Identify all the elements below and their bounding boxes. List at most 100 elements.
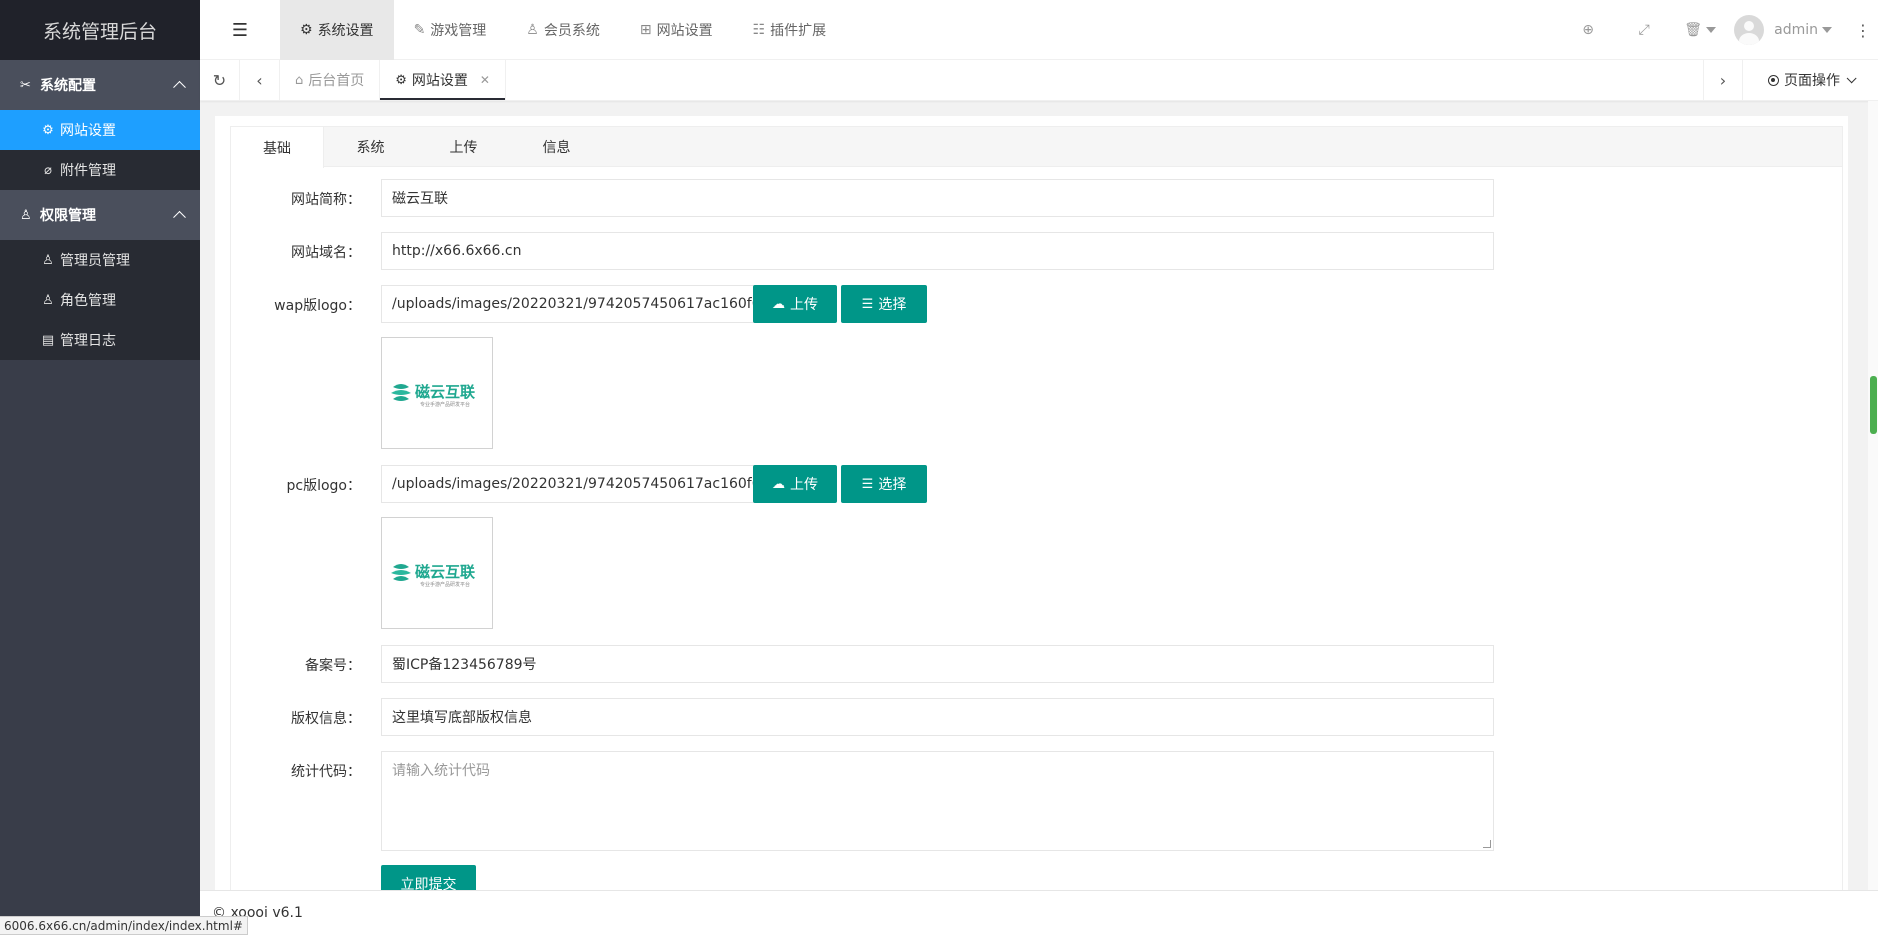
site-name-input[interactable]: 磁云互联 [381, 179, 1494, 217]
chevron-up-icon [173, 80, 186, 94]
nav-group-permissions[interactable]: ♙ 权限管理 [0, 190, 200, 240]
wap-logo-preview: 磁云互联 专业手游产品研发平台 [381, 337, 493, 449]
logo-brand-text: 磁云互联 [415, 383, 476, 401]
user-menu[interactable]: admin [1728, 0, 1848, 60]
log-icon: ▤ [41, 332, 55, 348]
logo-brand-text: 磁云互联 [415, 563, 476, 581]
tabs-scroll-right-button[interactable]: › [1703, 60, 1743, 100]
top-tab-label: 插件扩展 [770, 23, 827, 39]
gear-icon: ⚙ [395, 72, 407, 88]
gear-icon: ⚙ [300, 22, 313, 38]
sidebar-item-logs[interactable]: ▤ 管理日志 [0, 320, 200, 360]
sidebar-item-label: 网站设置 [60, 123, 116, 139]
browser-status-url: 6006.6x66.cn/admin/index/index.html# [0, 916, 248, 935]
page-tab-site-settings[interactable]: ⚙ 网站设置 ✕ [380, 60, 506, 100]
target-icon [1768, 74, 1779, 86]
user-icon: ♙ [42, 292, 54, 308]
tab-basic[interactable]: 基础 [231, 127, 324, 168]
select-label: 选择 [878, 477, 907, 493]
brand-logo-image: 磁云互联 专业手游产品研发平台 [391, 563, 476, 588]
nav-group-system-config[interactable]: ✂ 系统配置 [0, 60, 200, 110]
app-logo[interactable]: 系统管理后台 [0, 0, 200, 60]
resize-handle[interactable] [1483, 840, 1491, 848]
nav-group-label: 权限管理 [40, 208, 96, 224]
clear-cache-button[interactable]: 🗑 [1672, 0, 1728, 60]
chevron-right-icon: › [1719, 70, 1727, 90]
top-tab-system-settings[interactable]: ⚙ 系统设置 [280, 0, 394, 60]
tab-system[interactable]: 系统 [324, 127, 417, 167]
site-domain-label: 网站域名： [291, 245, 361, 261]
tools-icon: ✂ [20, 77, 31, 93]
sidebar-item-label: 管理日志 [60, 333, 116, 349]
sidebar: 系统管理后台 ✂ 系统配置 ⚙ 网站设置 ⌀ 附件管理 ♙ 权限管理 ♙ 管理员… [0, 0, 200, 935]
refresh-icon: ↻ [212, 70, 227, 90]
sliders-icon: ☷ [752, 22, 766, 38]
language-button[interactable]: ⊕ [1560, 0, 1616, 60]
wap-logo-label: wap版logo： [274, 298, 361, 314]
brand-logo-image: 磁云互联 专业手游产品研发平台 [391, 383, 476, 408]
pc-logo-select-button[interactable]: ☰ 选择 [841, 465, 927, 503]
list-icon: ☰ [861, 296, 874, 312]
sidebar-item-label: 角色管理 [60, 293, 116, 309]
menu-fold-icon: ☰ [231, 19, 249, 41]
user-icon: ♙ [42, 252, 54, 268]
main-content: 基础 系统 上传 信息 网站简称： 磁云互联 网站域名： http://x66.… [215, 116, 1848, 903]
sidebar-item-site-settings[interactable]: ⚙ 网站设置 [0, 110, 200, 150]
top-tab-label: 系统设置 [317, 23, 374, 39]
scrollbar-thumb[interactable] [1870, 376, 1877, 434]
icp-input[interactable]: 蜀ICP备123456789号 [381, 645, 1494, 683]
pc-logo-upload-button[interactable]: ☁ 上传 [753, 465, 837, 503]
grid-icon: ⊞ [639, 22, 652, 38]
sidebar-item-label: 附件管理 [60, 163, 116, 179]
vertical-scrollbar[interactable] [1868, 101, 1878, 935]
pc-logo-input[interactable]: /uploads/images/20220321/9742057450617ac… [381, 465, 756, 503]
page-tab-home[interactable]: ⌂ 后台首页 [280, 60, 381, 100]
cloud-upload-icon: ☁ [772, 296, 785, 312]
stats-code-placeholder: 请输入统计代码 [392, 763, 490, 779]
nav-sub-system-config: ⚙ 网站设置 ⌀ 附件管理 [0, 110, 200, 190]
user-icon: ♙ [526, 22, 539, 38]
list-icon: ☰ [861, 476, 874, 492]
paperclip-icon: ⌀ [44, 162, 52, 178]
top-nav: ⚙ 系统设置 ✎ 游戏管理 ♙ 会员系统 ⊞ 网站设置 ☷ 插件扩展 [280, 0, 846, 60]
more-vertical-icon: ⋮ [1855, 20, 1871, 40]
nav-sub-permissions: ♙ 管理员管理 ♙ 角色管理 ▤ 管理日志 [0, 240, 200, 360]
chevron-down-icon [1846, 72, 1857, 83]
tab-upload[interactable]: 上传 [417, 127, 510, 167]
avatar [1734, 15, 1765, 45]
stats-code-textarea[interactable]: 请输入统计代码 [381, 751, 1494, 851]
site-domain-input[interactable]: http://x66.6x66.cn [381, 232, 1494, 270]
icp-label: 备案号： [305, 658, 361, 674]
refresh-button[interactable]: ↻ [200, 60, 240, 100]
top-tab-site-settings[interactable]: ⊞ 网站设置 [620, 0, 733, 60]
globe-icon: ⊕ [1582, 22, 1594, 38]
settings-tabs: 基础 系统 上传 信息 [231, 127, 1842, 168]
page-tab-label: 后台首页 [308, 73, 365, 89]
wap-logo-upload-button[interactable]: ☁ 上传 [753, 285, 837, 323]
logo-slogan-text: 专业手游产品研发平台 [420, 401, 470, 408]
fullscreen-icon: ⤢ [1638, 22, 1650, 38]
wap-logo-input[interactable]: /uploads/images/20220321/9742057450617ac… [381, 285, 756, 323]
settings-tab-box: 基础 系统 上传 信息 网站简称： 磁云互联 网站域名： http://x66.… [230, 126, 1843, 903]
edit-icon: ✎ [413, 22, 426, 38]
top-tab-plugins[interactable]: ☷ 插件扩展 [733, 0, 847, 60]
page-operations-dropdown[interactable]: 页面操作 [1743, 60, 1878, 100]
close-icon[interactable]: ✕ [480, 73, 490, 87]
page-tab-list: ⌂ 后台首页 ⚙ 网站设置 ✕ [280, 60, 506, 100]
sidebar-toggle-button[interactable]: ☰ [200, 0, 280, 60]
sidebar-item-roles[interactable]: ♙ 角色管理 [0, 280, 200, 320]
gear-icon: ⚙ [42, 122, 54, 138]
wap-logo-select-button[interactable]: ☰ 选择 [841, 285, 927, 323]
tab-info[interactable]: 信息 [510, 127, 603, 167]
tabs-scroll-left-button[interactable]: ‹ [240, 60, 280, 100]
sidebar-item-attachments[interactable]: ⌀ 附件管理 [0, 150, 200, 190]
more-menu-button[interactable]: ⋮ [1848, 0, 1878, 60]
sidebar-item-admins[interactable]: ♙ 管理员管理 [0, 240, 200, 280]
fullscreen-button[interactable]: ⤢ [1616, 0, 1672, 60]
top-tab-member-system[interactable]: ♙ 会员系统 [506, 0, 620, 60]
caret-down-icon [1822, 27, 1832, 33]
caret-down-icon [1706, 27, 1717, 33]
top-tab-game-management[interactable]: ✎ 游戏管理 [394, 0, 507, 60]
logo-slogan-text: 专业手游产品研发平台 [420, 581, 470, 588]
copyright-input[interactable]: 这里填写底部版权信息 [381, 698, 1494, 736]
